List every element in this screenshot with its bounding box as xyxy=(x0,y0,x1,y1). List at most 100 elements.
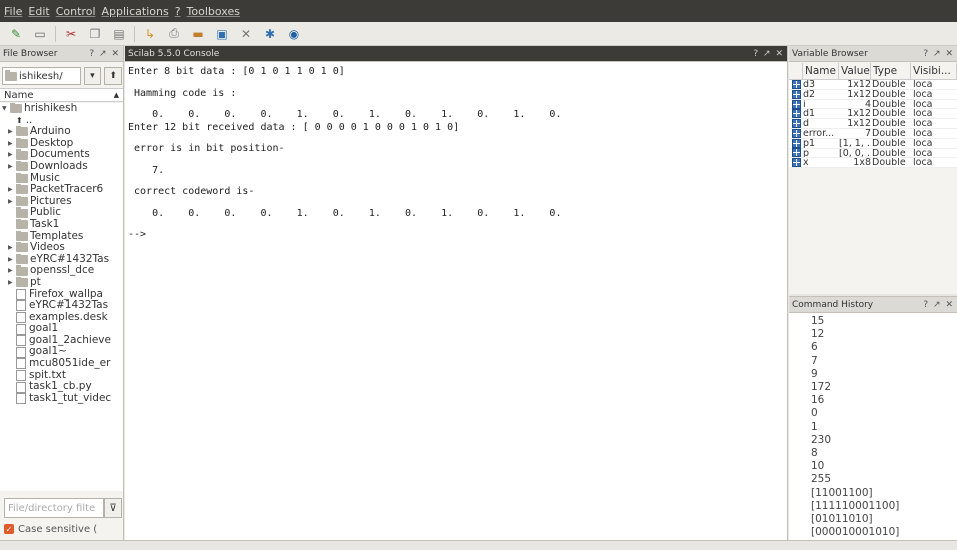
paste-icon[interactable]: ▤ xyxy=(111,26,127,42)
panel-controls[interactable]: ? ↗ ✕ xyxy=(89,49,120,59)
expand-right-icon[interactable]: ▶ xyxy=(8,149,16,161)
file-tree-item[interactable]: task1_cb.py xyxy=(0,381,123,393)
file-tree-item[interactable]: ▶ PacketTracer6 xyxy=(0,184,123,196)
file-tree-item[interactable]: ▶ eYRC#1432Tas xyxy=(0,253,123,266)
expand-right-icon[interactable]: ▶ xyxy=(8,265,16,277)
clear-console-icon[interactable]: ▬ xyxy=(190,26,206,42)
history-item[interactable]: 6 xyxy=(811,341,957,354)
history-item[interactable]: [111110001100] xyxy=(811,500,957,513)
filter-icon[interactable]: ⊽ xyxy=(104,498,122,518)
file-icon xyxy=(16,358,26,370)
expand-right-icon[interactable]: ▶ xyxy=(8,254,16,266)
column-header-visibility[interactable]: Visibi... xyxy=(911,62,957,80)
history-item[interactable]: 255 xyxy=(811,473,957,486)
history-item[interactable]: [11001100] xyxy=(811,487,957,500)
history-item[interactable]: 230 xyxy=(811,434,957,447)
file-tree-item[interactable]: Task1 xyxy=(0,218,123,231)
file-tree-item[interactable]: ⬆.. xyxy=(0,115,123,127)
history-item[interactable]: 8 xyxy=(811,447,957,460)
chevron-down-icon[interactable]: ▾ xyxy=(83,67,102,85)
expand-right-icon[interactable]: ▶ xyxy=(8,242,16,254)
demos-icon[interactable]: ✱ xyxy=(262,26,278,42)
column-header-value[interactable]: Value xyxy=(839,62,871,80)
go-up-icon[interactable]: ⬆ xyxy=(104,67,122,85)
file-tree-item[interactable]: ▼ hrishikesh xyxy=(0,103,123,115)
file-tree-item[interactable]: ▶ Downloads xyxy=(0,160,123,173)
file-tree-item[interactable]: goal1~ xyxy=(0,346,123,358)
panel-controls[interactable]: ? ↗ ✕ xyxy=(923,300,954,310)
file-tree-item[interactable]: Public xyxy=(0,207,123,219)
panel-controls[interactable]: ? ↗ ✕ xyxy=(753,49,784,59)
history-item[interactable]: 16 xyxy=(811,394,957,407)
file-tree-item[interactable]: eYRC#1432Tas xyxy=(0,300,123,312)
expand-right-icon[interactable]: ▶ xyxy=(8,126,16,138)
expand-right-icon[interactable]: ▶ xyxy=(8,184,16,196)
new-script-icon[interactable]: ✎ xyxy=(8,26,24,42)
variable-row[interactable]: d3 1x12 Double loca xyxy=(789,79,957,90)
column-header-type[interactable]: Type xyxy=(871,62,911,80)
file-tree-item[interactable]: Firefox_wallpa xyxy=(0,289,123,301)
variable-row[interactable]: d 1x12 Double loca xyxy=(789,119,957,129)
expand-down-icon[interactable]: ▼ xyxy=(2,103,10,115)
history-item[interactable]: 1 xyxy=(811,421,957,434)
history-item[interactable]: 10 xyxy=(811,460,957,473)
variable-row[interactable]: error... 7 Double loca xyxy=(789,128,957,139)
name-column-header[interactable]: Name xyxy=(4,90,34,101)
file-tree-item[interactable]: ▶ Videos xyxy=(0,242,123,254)
menu-toolboxes[interactable]: Toolboxes xyxy=(187,5,240,18)
cut-icon[interactable]: ✂ xyxy=(63,26,79,42)
file-tree-item[interactable]: ▶ Arduino xyxy=(0,126,123,138)
variable-row[interactable]: p [0, 0, ...Double loca xyxy=(789,148,957,159)
variable-row[interactable]: d1 1x12 Double loca xyxy=(789,109,957,120)
history-item[interactable]: 0 xyxy=(811,407,957,420)
file-tree-item[interactable]: mcu8051ide_er xyxy=(0,358,123,370)
history-item[interactable]: 172 xyxy=(811,381,957,394)
variable-row[interactable]: d2 1x12 Double loca xyxy=(789,89,957,100)
history-item[interactable]: 7 xyxy=(811,355,957,368)
menu-applications[interactable]: Applications xyxy=(102,5,169,18)
case-sensitive-checkbox[interactable]: ✓ Case sensitive ( xyxy=(4,522,122,536)
history-item[interactable]: 15 xyxy=(811,315,957,328)
print-icon[interactable]: ⎙ xyxy=(166,26,182,42)
preferences-icon[interactable]: ✕ xyxy=(238,26,254,42)
menu-edit[interactable]: Edit xyxy=(28,5,49,18)
column-header-name[interactable]: Name xyxy=(803,62,839,80)
console-panel[interactable]: Scilab 5.5.0 Console ? ↗ ✕ Enter 8 bit d… xyxy=(125,46,788,540)
variable-row[interactable]: x 1x8 Double loca xyxy=(789,158,957,169)
variable-row[interactable]: p1 [1, 1, ...Double loca xyxy=(789,138,957,149)
panel-controls[interactable]: ? ↗ ✕ xyxy=(923,49,954,59)
history-item[interactable]: 12 xyxy=(811,328,957,341)
expand-right-icon[interactable]: ▶ xyxy=(8,138,16,150)
change-directory-icon[interactable]: ↳ xyxy=(142,26,158,42)
expand-right-icon[interactable]: ▶ xyxy=(8,277,16,289)
copy-icon[interactable]: ❐ xyxy=(87,26,103,42)
file-tree-item[interactable]: ▶ openssl_dce xyxy=(0,265,123,277)
help-icon[interactable]: ◉ xyxy=(286,26,302,42)
variable-row[interactable]: i 4 Double loca xyxy=(789,99,957,110)
file-tree-item[interactable]: goal1_2achieve xyxy=(0,335,123,347)
file-tree-item[interactable]: ▶ Desktop xyxy=(0,137,123,150)
file-tree-item[interactable]: examples.desk xyxy=(0,312,123,324)
file-tree-item[interactable]: ▶ Documents xyxy=(0,149,123,161)
file-filter-input[interactable]: File/directory filte xyxy=(4,498,104,518)
path-combo[interactable]: ishikesh/ xyxy=(2,67,81,85)
history-item[interactable]: [01011010] xyxy=(811,513,957,526)
file-tree-item[interactable]: task1_tut_videc xyxy=(0,393,123,405)
expand-right-icon[interactable]: ▶ xyxy=(8,196,16,208)
file-list-header[interactable]: Name ▲ xyxy=(0,88,123,102)
file-tree-item[interactable]: Templates xyxy=(0,230,123,243)
menu-help[interactable]: ? xyxy=(175,5,181,18)
file-tree-item[interactable]: goal1 xyxy=(0,323,123,335)
modules-manager-icon[interactable]: ▣ xyxy=(214,26,230,42)
file-tree-item[interactable]: Music xyxy=(0,172,123,185)
console-output[interactable]: Enter 8 bit data : [0 1 0 1 1 0 1 0] Ham… xyxy=(125,62,787,246)
expand-right-icon[interactable]: ▶ xyxy=(8,161,16,173)
history-item[interactable]: 9 xyxy=(811,368,957,381)
open-file-icon[interactable]: ▭ xyxy=(32,26,48,42)
menu-file[interactable]: File xyxy=(4,5,22,18)
file-tree-item[interactable]: spit.txt xyxy=(0,370,123,382)
file-tree-item[interactable]: ▶ pt xyxy=(0,276,123,289)
file-tree-item[interactable]: ▶ Pictures xyxy=(0,195,123,208)
menu-control[interactable]: Control xyxy=(56,5,96,18)
history-item[interactable]: [000010001010] xyxy=(811,526,957,539)
